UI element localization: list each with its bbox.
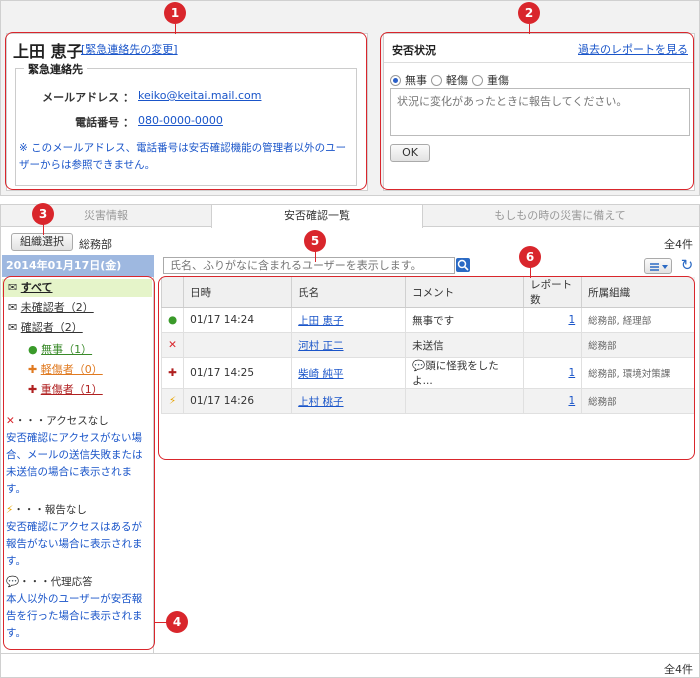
callout-line-2	[529, 24, 530, 34]
search-icon[interactable]	[456, 258, 470, 272]
callout-line-1	[175, 24, 176, 34]
tab-prepare[interactable]: もしもの時の災害に備えて	[421, 205, 699, 227]
refresh-icon[interactable]: ↻	[679, 257, 695, 273]
callout-1: 1	[164, 2, 186, 24]
org-select-button[interactable]: 組織選択	[11, 233, 73, 251]
callout-2: 2	[518, 2, 540, 24]
search-input[interactable]	[163, 257, 455, 274]
annotation-box-1	[5, 32, 367, 190]
current-date: 2014年01月17日(金) 14:23	[2, 255, 154, 294]
total-count-top: 全4件	[664, 238, 693, 251]
callout-4: 4	[166, 611, 188, 633]
annotation-box-6	[158, 276, 695, 460]
tab-bar: 災害情報 安否確認一覧 もしもの時の災害に備えて	[1, 205, 699, 228]
annotation-box-2	[380, 32, 694, 190]
tab-safety-list[interactable]: 安否確認一覧	[211, 205, 423, 228]
annotation-box-4	[3, 276, 155, 650]
total-count-bottom: 全4件	[664, 663, 693, 676]
callout-6: 6	[519, 246, 541, 268]
callout-5: 5	[304, 230, 326, 252]
list-menu-icon[interactable]	[644, 258, 672, 274]
org-name: 総務部	[79, 238, 112, 251]
footer-divider	[1, 653, 699, 654]
callout-3: 3	[32, 203, 54, 225]
